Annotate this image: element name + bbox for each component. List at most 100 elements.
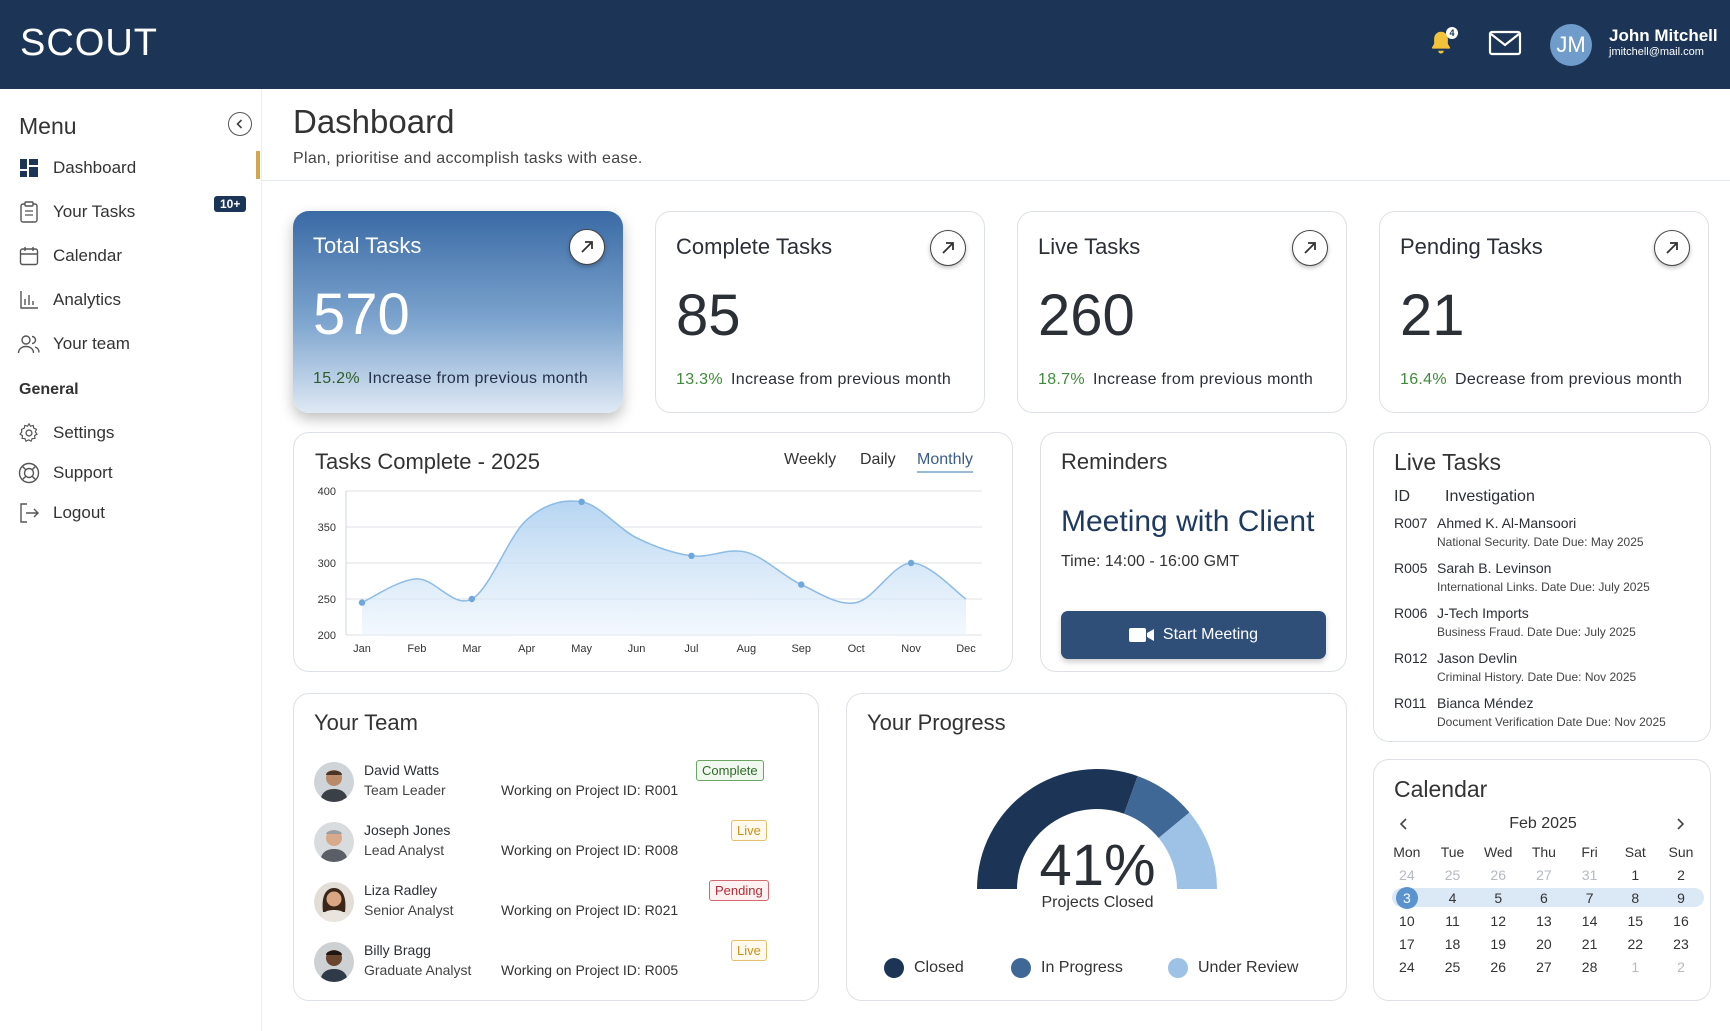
calendar-day[interactable]: 24 — [1384, 959, 1430, 975]
calendar-day[interactable]: 26 — [1475, 867, 1521, 883]
sidebar-item-analytics[interactable]: Analytics — [17, 285, 257, 315]
x-tick-label: Jul — [684, 643, 698, 655]
calendar-day[interactable]: 27 — [1521, 867, 1567, 883]
stat-card-live-tasks[interactable]: Live Tasks 260 18.7% Increase from previ… — [1017, 211, 1347, 413]
brand-logo[interactable]: SCOUT — [20, 22, 158, 65]
open-arrow-button[interactable] — [1292, 230, 1328, 266]
calendar-day[interactable]: 3 — [1384, 886, 1430, 909]
data-point — [688, 552, 695, 559]
calendar-prev-button[interactable] — [1394, 814, 1414, 834]
stat-value: 570 — [313, 282, 410, 347]
task-name: J-Tech Imports — [1437, 605, 1529, 621]
avatar — [314, 882, 354, 922]
page-subtitle: Plan, prioritise and accomplish tasks wi… — [293, 150, 643, 167]
bell-icon[interactable]: 4 — [1424, 26, 1458, 60]
team-member-row[interactable]: Joseph Jones Lead Analyst Working on Pro… — [314, 820, 804, 864]
calendar-day[interactable]: 8 — [1612, 890, 1658, 906]
list-item[interactable]: R006 J-Tech Imports Business Fraud. Date… — [1394, 605, 1704, 645]
calendar-day[interactable]: 11 — [1430, 913, 1476, 929]
sidebar-item-dashboard[interactable]: Dashboard — [17, 153, 257, 183]
calendar-day[interactable]: 17 — [1384, 936, 1430, 952]
list-item[interactable]: R012 Jason Devlin Criminal History. Date… — [1394, 650, 1704, 690]
calendar-day[interactable]: 10 — [1384, 913, 1430, 929]
sidebar-item-label: Settings — [53, 423, 115, 442]
sidebar-item-your-team[interactable]: Your team — [17, 329, 257, 359]
week-row: 24 25 26 27 31 1 2 — [1384, 863, 1704, 886]
calendar-day[interactable]: 20 — [1521, 936, 1567, 952]
x-tick-label: Aug — [737, 643, 757, 655]
stat-card-pending-tasks[interactable]: Pending Tasks 21 16.4% Decrease from pre… — [1379, 211, 1709, 413]
member-name: David Watts — [364, 762, 439, 778]
calendar-day[interactable]: 24 — [1384, 867, 1430, 883]
task-name: Bianca Méndez — [1437, 695, 1534, 711]
stat-value: 85 — [676, 283, 741, 348]
calendar-day[interactable]: 16 — [1658, 913, 1704, 929]
team-member-row[interactable]: Billy Bragg Graduate Analyst Working on … — [314, 940, 804, 984]
team-member-row[interactable]: David Watts Team Leader Working on Proje… — [314, 760, 804, 804]
calendar-day[interactable]: 25 — [1430, 959, 1476, 975]
stat-percent: 13.3% — [676, 371, 723, 388]
calendar-day[interactable]: 9 — [1658, 890, 1704, 906]
calendar-day[interactable]: 31 — [1567, 867, 1613, 883]
list-item[interactable]: R005 Sarah B. Levinson International Lin… — [1394, 560, 1704, 600]
calendar-day[interactable]: 13 — [1521, 913, 1567, 929]
live-tasks-card: Live Tasks ID Investigation R007 Ahmed K… — [1373, 432, 1711, 742]
stat-value: 21 — [1400, 283, 1465, 348]
team-member-row[interactable]: Liza Radley Senior Analyst Working on Pr… — [314, 880, 804, 924]
calendar-day[interactable]: 1 — [1612, 867, 1658, 883]
column-header-id: ID — [1394, 488, 1410, 505]
chevron-left-icon — [1399, 818, 1407, 830]
legend-under-review: Under Review — [1168, 958, 1298, 978]
collapse-sidebar-button[interactable] — [228, 112, 252, 136]
mail-icon[interactable] — [1488, 26, 1522, 60]
calendar-day[interactable]: 18 — [1430, 936, 1476, 952]
x-tick-label: Feb — [407, 643, 426, 655]
open-arrow-button[interactable] — [930, 230, 966, 266]
calendar-day[interactable]: 21 — [1567, 936, 1613, 952]
calendar-day[interactable]: 26 — [1475, 959, 1521, 975]
reminders-card: Reminders Meeting with Client Time: 14:0… — [1040, 432, 1347, 672]
open-arrow-button[interactable] — [569, 229, 605, 265]
calendar-day[interactable]: 15 — [1612, 913, 1658, 929]
calendar-day[interactable]: 2 — [1658, 959, 1704, 975]
member-name: Joseph Jones — [364, 822, 451, 838]
list-item[interactable]: R011 Bianca Méndez Document Verification… — [1394, 695, 1704, 735]
sidebar-item-calendar[interactable]: Calendar — [17, 241, 257, 271]
reminder-time: Time: 14:00 - 16:00 GMT — [1061, 553, 1240, 570]
video-camera-icon — [1128, 628, 1154, 642]
weekday-label: Fri — [1581, 843, 1598, 860]
calendar-day[interactable]: 5 — [1475, 890, 1521, 906]
calendar-day[interactable]: 6 — [1521, 890, 1567, 906]
calendar-day[interactable]: 22 — [1612, 936, 1658, 952]
calendar-day[interactable]: 14 — [1567, 913, 1613, 929]
menu-title: Menu — [19, 113, 77, 139]
start-meeting-button[interactable]: Start Meeting — [1061, 611, 1326, 659]
sidebar-item-settings[interactable]: Settings — [17, 418, 257, 448]
tasks-count-badge: 10+ — [214, 196, 247, 212]
sidebar-item-logout[interactable]: Logout — [17, 498, 257, 528]
calendar-day[interactable]: 25 — [1430, 867, 1476, 883]
calendar-day[interactable]: 7 — [1567, 890, 1613, 906]
calendar-day[interactable]: 4 — [1430, 890, 1476, 906]
calendar-day[interactable]: 12 — [1475, 913, 1521, 929]
list-item[interactable]: R007 Ahmed K. Al-Mansoori National Secur… — [1394, 515, 1704, 555]
calendar-day[interactable]: 28 — [1567, 959, 1613, 975]
bar-chart-icon — [17, 288, 41, 312]
sidebar-item-support[interactable]: Support — [17, 458, 257, 488]
legend-swatch — [884, 958, 904, 978]
calendar-day[interactable]: 23 — [1658, 936, 1704, 952]
stat-title: Pending Tasks — [1400, 234, 1543, 259]
grid-icon — [17, 156, 41, 180]
stat-card-total-tasks[interactable]: Total Tasks 570 15.2% Increase from prev… — [293, 211, 623, 413]
calendar-day[interactable]: 1 — [1612, 959, 1658, 975]
user-avatar[interactable]: JM — [1550, 24, 1592, 66]
calendar-day[interactable]: 19 — [1475, 936, 1521, 952]
user-name[interactable]: John Mitchell — [1609, 26, 1718, 46]
stat-card-complete-tasks[interactable]: Complete Tasks 85 13.3% Increase from pr… — [655, 211, 985, 413]
calendar-day[interactable]: 27 — [1521, 959, 1567, 975]
user-email: jmitchell@mail.com — [1609, 46, 1704, 58]
member-role: Team Leader — [364, 782, 446, 798]
open-arrow-button[interactable] — [1654, 230, 1690, 266]
calendar-next-button[interactable] — [1670, 814, 1690, 834]
calendar-day[interactable]: 2 — [1658, 867, 1704, 883]
